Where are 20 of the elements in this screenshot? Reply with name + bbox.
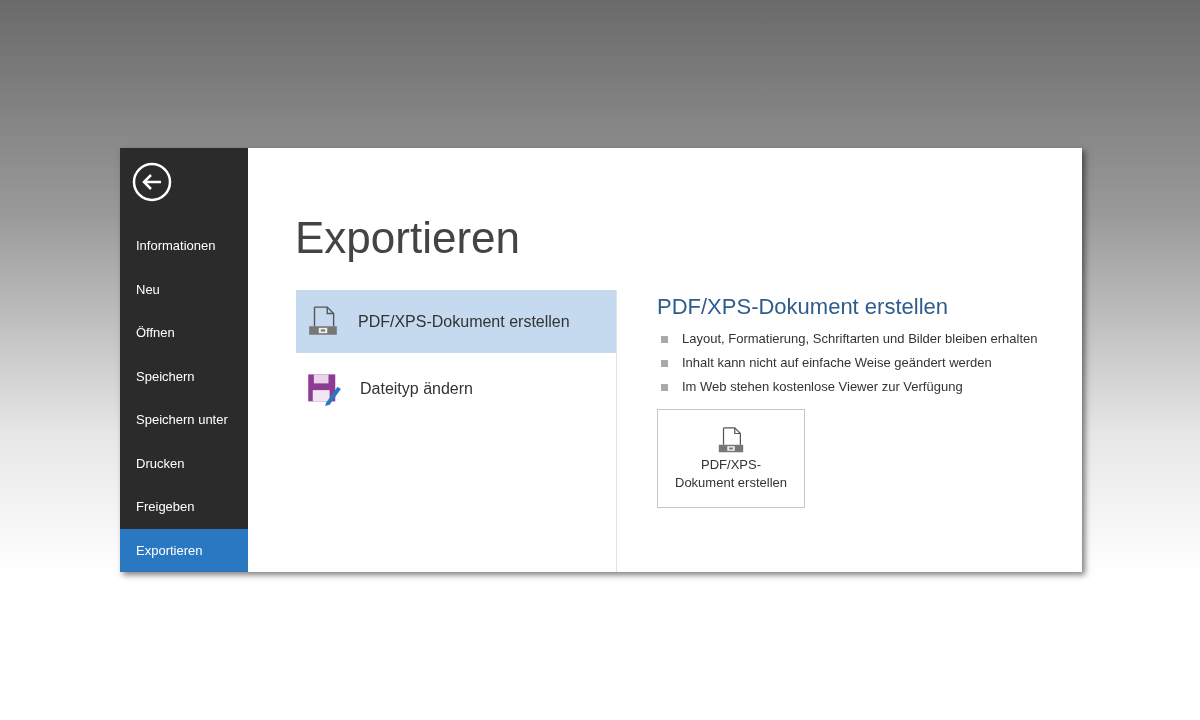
sidebar-item[interactable]: Neu <box>120 267 248 311</box>
back-button[interactable] <box>132 162 172 202</box>
bullet-text: Layout, Formatierung, Schriftarten und Bilder bleiben erhalten <box>682 330 1038 349</box>
export-option[interactable]: Dateityp ändern <box>296 357 616 420</box>
sidebar-item[interactable]: Drucken <box>120 441 248 485</box>
create-pdf-button[interactable]: PDF/XPS- Dokument erstellen <box>657 409 805 508</box>
section-heading: PDF/XPS-Dokument erstellen <box>657 293 949 321</box>
bullet-square <box>661 359 668 367</box>
sidebar-item[interactable]: Speichern <box>120 354 248 398</box>
page-title: Exportieren <box>295 212 520 264</box>
export-option[interactable]: PDF/XPS-Dokument erstellen <box>296 290 616 353</box>
sidebar-item[interactable]: Exportieren <box>120 528 248 572</box>
bullet-square <box>661 335 668 343</box>
sidebar-item[interactable]: Öffnen <box>120 311 248 355</box>
sidebar-item[interactable]: Freigeben <box>120 485 248 529</box>
sidebar-item[interactable]: Informationen <box>120 224 248 268</box>
bullet-square <box>661 383 668 391</box>
sidebar-item[interactable]: Speichern unter <box>120 398 248 442</box>
bullet-text: Im Web stehen kostenlose Viewer zur Verfügung <box>682 378 963 397</box>
bullet-text: Inhalt kann nicht auf einfache Weise geändert werden <box>682 354 992 373</box>
